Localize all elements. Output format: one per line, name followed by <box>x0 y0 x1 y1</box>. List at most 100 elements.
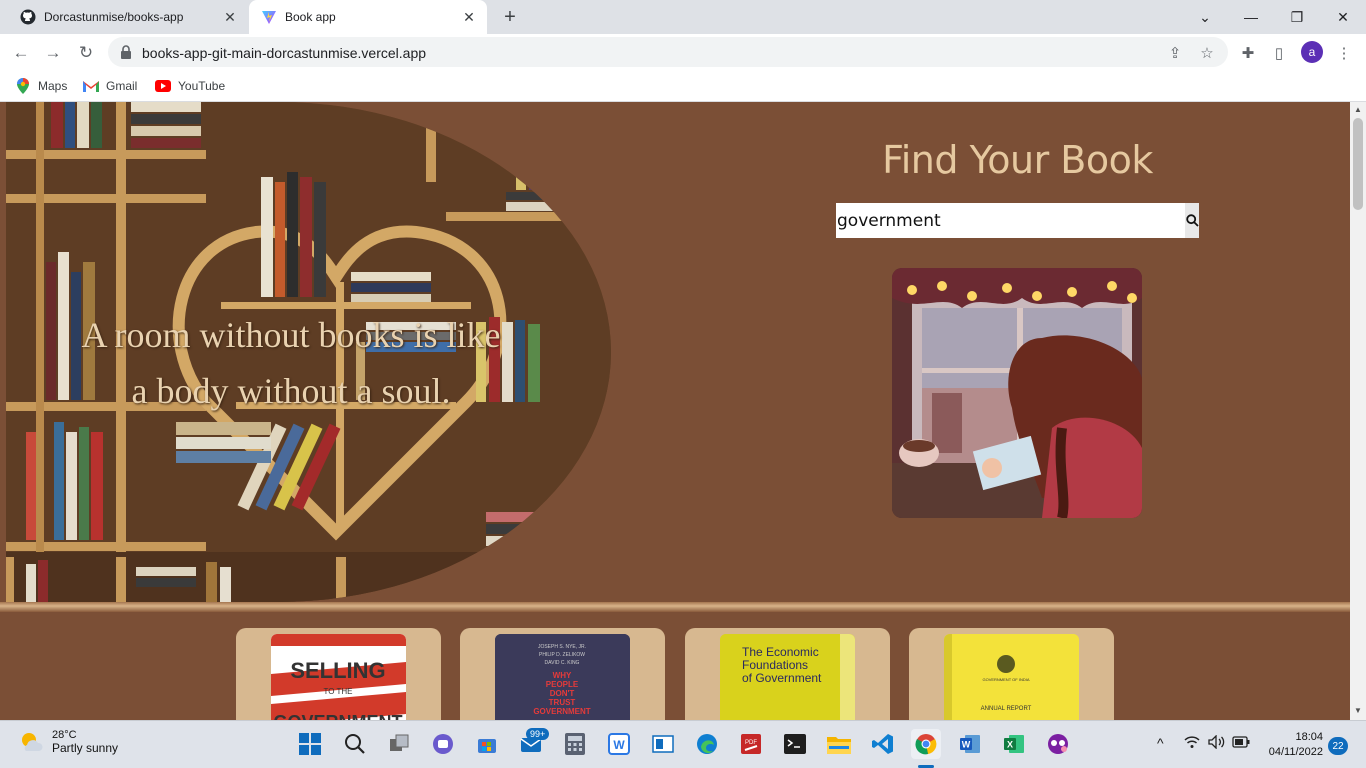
section-divider <box>0 602 1350 612</box>
tab-title: Dorcastunmise/books-app <box>44 10 184 24</box>
notification-badge[interactable]: 22 <box>1328 737 1348 755</box>
menu-kebab-icon[interactable]: ⋮ <box>1333 42 1355 64</box>
svg-text:Foundations: Foundations <box>742 658 808 672</box>
word-icon[interactable]: W <box>955 729 985 759</box>
svg-text:GOVERNMENT: GOVERNMENT <box>273 712 402 720</box>
share-icon[interactable]: ⇪ <box>1166 44 1184 62</box>
vercel-icon <box>261 9 277 25</box>
restore-icon[interactable]: ❐ <box>1274 0 1320 34</box>
weather-widget[interactable]: 28°C Partly sunny <box>18 729 118 755</box>
bookshelf-hero-image: A room without books is like a body with… <box>6 102 611 602</box>
chat-icon[interactable] <box>428 729 458 759</box>
wps-writer-icon[interactable]: W <box>604 729 634 759</box>
windows-app-icon[interactable] <box>648 729 678 759</box>
book-results: SELLING TO THE GOVERNMENT JOSEPH S. NYE,… <box>0 612 1350 720</box>
chrome-icon[interactable] <box>911 729 941 759</box>
search-button[interactable] <box>1185 203 1199 238</box>
quote-line: A room without books is like <box>81 315 501 355</box>
game-app-icon[interactable] <box>1043 729 1073 759</box>
book-cover: The Economic Foundations of Government <box>720 634 855 720</box>
book-cover: GOVERNMENT OF INDIA ANNUAL REPORT <box>944 634 1079 720</box>
reload-icon[interactable]: ↻ <box>73 40 99 66</box>
svg-text:X: X <box>1007 740 1013 750</box>
svg-text:ANNUAL REPORT: ANNUAL REPORT <box>981 706 1032 712</box>
book-cover: SELLING TO THE GOVERNMENT <box>271 634 406 720</box>
vscode-icon[interactable] <box>868 729 898 759</box>
back-arrow-icon[interactable]: ← <box>8 40 34 66</box>
search-icon[interactable] <box>340 729 370 759</box>
book-card[interactable]: JOSEPH S. NYE, JR. PHILIP D. ZELIKOW DAV… <box>460 628 665 720</box>
bookmark-star-icon[interactable]: ☆ <box>1198 44 1216 62</box>
clock-date: 04/11/2022 <box>1268 746 1323 758</box>
terminal-icon[interactable] <box>780 729 810 759</box>
gmail-icon <box>83 78 99 94</box>
bookmark-label: Maps <box>38 79 68 93</box>
forward-arrow-icon[interactable]: → <box>40 40 66 66</box>
scroll-down-icon[interactable]: ▼ <box>1354 706 1362 715</box>
wifi-icon[interactable] <box>1184 735 1200 752</box>
extensions-icon[interactable]: ✚ <box>1237 42 1259 64</box>
svg-text:DON'T: DON'T <box>550 689 575 698</box>
tab-github[interactable]: Dorcastunmise/books-app ✕ <box>8 0 248 34</box>
file-explorer-icon[interactable] <box>824 729 854 759</box>
browser-toolbar: ← → ↻ books-app-git-main-dorcastunmise.v… <box>0 34 1366 71</box>
scrollbar-thumb[interactable] <box>1353 118 1363 210</box>
bookmarks-bar: Maps Gmail YouTube <box>0 71 1366 102</box>
page-content: A room without books is like a body with… <box>0 102 1350 720</box>
search-input[interactable] <box>836 203 1186 238</box>
pdf-editor-icon[interactable]: PDF <box>736 729 766 759</box>
svg-text:W: W <box>613 738 625 752</box>
battery-icon[interactable] <box>1232 735 1250 751</box>
excel-icon[interactable]: X <box>999 729 1029 759</box>
page-scrollbar[interactable]: ▲ ▼ <box>1350 102 1366 720</box>
new-tab-button[interactable]: + <box>498 5 522 29</box>
task-view-icon[interactable] <box>384 729 414 759</box>
reading-girl-illustration <box>892 268 1142 518</box>
url-text: books-app-git-main-dorcastunmise.vercel.… <box>142 45 427 61</box>
bookmark-maps[interactable]: Maps <box>15 77 67 95</box>
start-icon[interactable] <box>295 729 325 759</box>
find-your-book-title: Find Your Book <box>882 138 1153 182</box>
weather-temperature: 28°C <box>52 729 77 741</box>
book-card[interactable]: The Economic Foundations of Government <box>685 628 890 720</box>
tab-search-chevron-icon[interactable]: ⌄ <box>1182 0 1228 34</box>
minimize-icon[interactable]: — <box>1228 0 1274 34</box>
scroll-up-icon[interactable]: ▲ <box>1354 105 1362 114</box>
svg-text:W: W <box>962 740 971 750</box>
tab-strip: Dorcastunmise/books-app ✕ Book app ✕ + ⌄… <box>0 0 1366 34</box>
calculator-icon[interactable] <box>560 729 590 759</box>
svg-text:DAVID C. KING: DAVID C. KING <box>545 660 580 666</box>
tab-title: Book app <box>285 10 336 24</box>
bookmark-gmail[interactable]: Gmail <box>83 77 137 95</box>
svg-text:PEOPLE: PEOPLE <box>546 680 579 689</box>
mail-badge: 99+ <box>526 728 550 740</box>
book-card[interactable]: SELLING TO THE GOVERNMENT <box>236 628 441 720</box>
show-hidden-icons-chevron-icon[interactable]: ^ <box>1157 735 1164 751</box>
search-icon <box>1185 214 1199 227</box>
profile-avatar[interactable]: a <box>1301 41 1323 63</box>
address-bar[interactable]: books-app-git-main-dorcastunmise.vercel.… <box>108 37 1228 67</box>
quote-line: a body without a soul. <box>131 371 451 411</box>
svg-text:PDF: PDF <box>745 740 757 746</box>
store-icon[interactable] <box>472 729 502 759</box>
tab-book-app[interactable]: Book app ✕ <box>249 0 487 34</box>
bookmark-youtube[interactable]: YouTube <box>155 77 225 95</box>
book-card[interactable]: GOVERNMENT OF INDIA ANNUAL REPORT <box>909 628 1114 720</box>
hero-quote: A room without books is like a body with… <box>26 307 556 419</box>
search-box <box>836 203 1199 238</box>
side-panel-icon[interactable]: ▯ <box>1268 42 1290 64</box>
volume-icon[interactable] <box>1208 734 1226 752</box>
system-clock[interactable]: 18:04 04/11/2022 <box>1263 730 1323 760</box>
close-icon[interactable]: ✕ <box>459 7 479 27</box>
window-close-icon[interactable]: ✕ <box>1320 0 1366 34</box>
book-cover: JOSEPH S. NYE, JR. PHILIP D. ZELIKOW DAV… <box>495 634 630 720</box>
maps-icon <box>15 78 31 94</box>
svg-text:GOVERNMENT: GOVERNMENT <box>533 707 590 716</box>
svg-text:PHILIP D. ZELIKOW: PHILIP D. ZELIKOW <box>539 652 585 658</box>
bookmark-label: YouTube <box>178 79 226 93</box>
edge-icon[interactable] <box>692 729 722 759</box>
close-icon[interactable]: ✕ <box>220 7 240 27</box>
svg-text:The Economic: The Economic <box>742 645 819 659</box>
bookmark-label: Gmail <box>106 79 138 93</box>
clock-time: 18:04 <box>1295 731 1323 743</box>
